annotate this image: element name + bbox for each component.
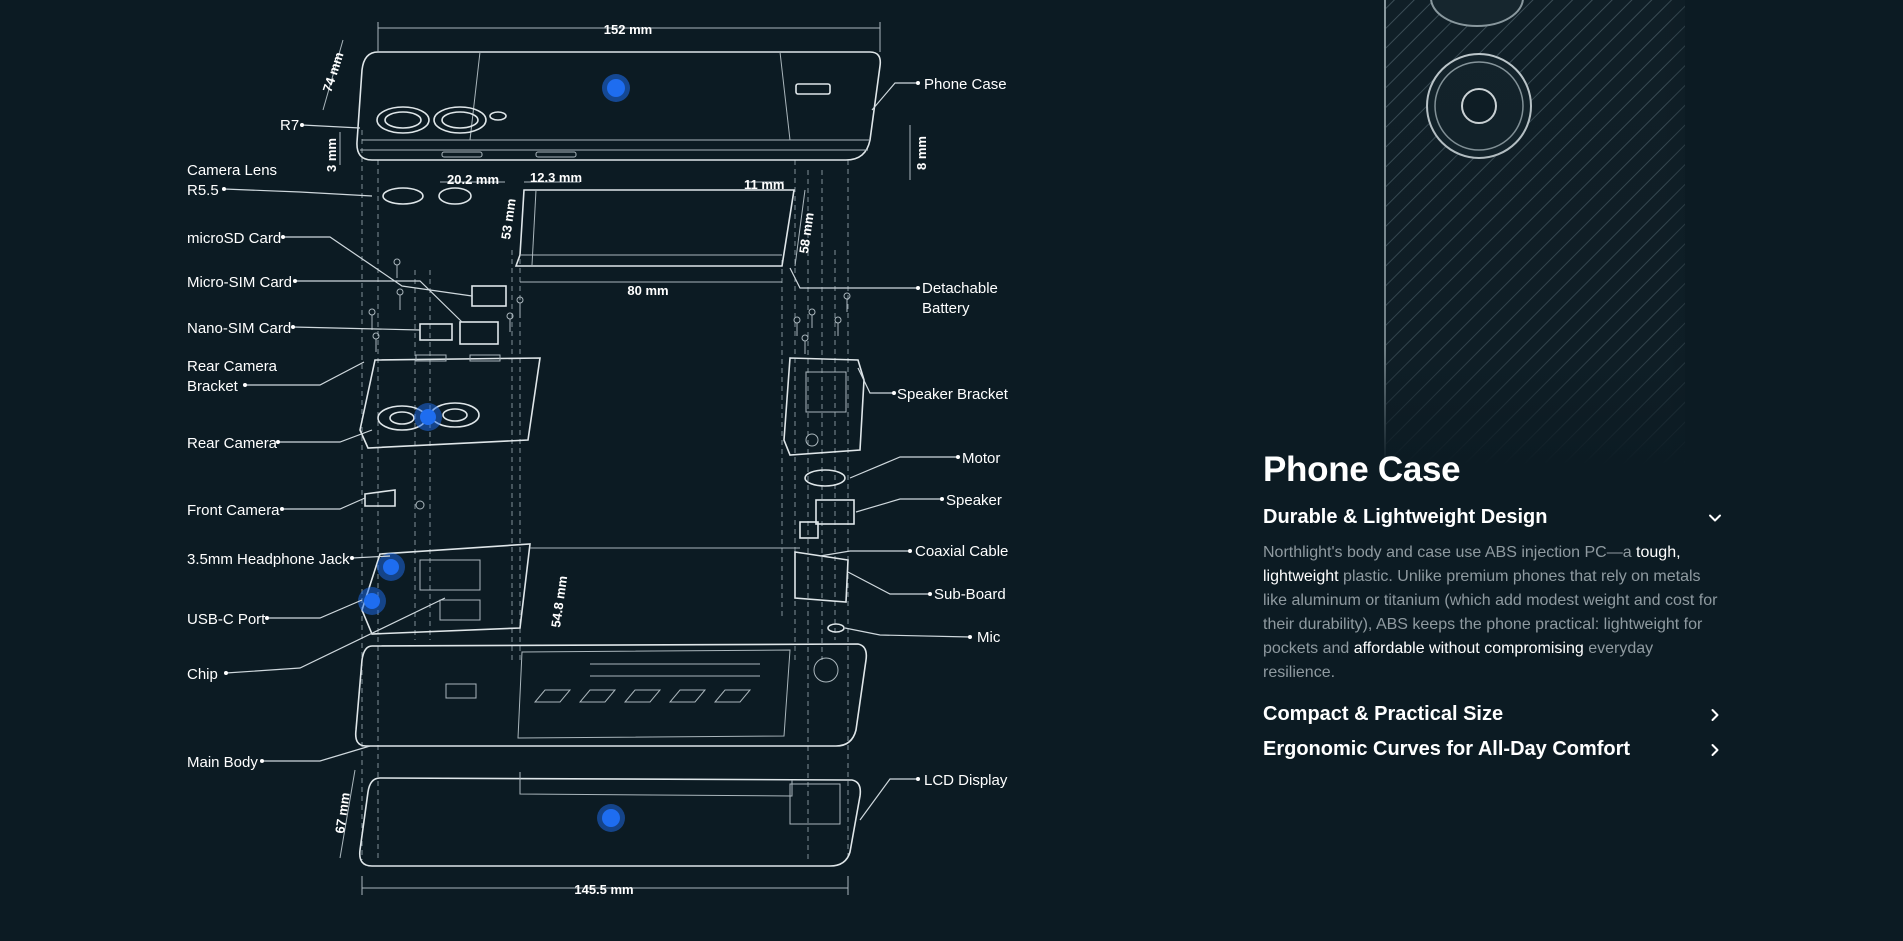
label-micro-sim: Micro-SIM Card	[187, 274, 292, 291]
dim-board-height: 54.8 mm	[548, 575, 570, 629]
dim-button-spacing: 12.3 mm	[530, 170, 582, 185]
camera-lens-part	[382, 187, 472, 205]
speaker-bracket-part	[783, 357, 865, 487]
label-speaker: Speaker	[946, 492, 1002, 509]
label-usbc-port: USB-C Port	[187, 611, 266, 628]
hotspot-usbc-core[interactable]	[364, 593, 380, 609]
main-body-part	[354, 643, 868, 747]
hotspot-lcd-core[interactable]	[602, 809, 620, 827]
phone-case-part	[356, 51, 882, 161]
leader-lines-right	[789, 82, 971, 821]
accordion-title-durable: Durable & Lightweight Design	[1263, 506, 1548, 528]
label-front-camera: Front Camera	[187, 502, 280, 519]
accordion-header-ergonomic[interactable]: Ergonomic Curves for All-Day Comfort	[1263, 738, 1725, 761]
label-coaxial-cable: Coaxial Cable	[915, 543, 1008, 560]
main-board-part	[358, 543, 531, 635]
label-chip: Chip	[187, 666, 218, 683]
chevron-right-icon[interactable]	[1705, 740, 1725, 760]
body-text-1: Northlight's body and case use ABS injec…	[1263, 544, 1637, 561]
label-detachable-battery-2: Battery	[922, 300, 970, 317]
label-main-body: Main Body	[187, 754, 258, 771]
accordion-item-ergonomic: Ergonomic Curves for All-Day Comfort	[1263, 738, 1725, 761]
battery-part	[514, 189, 806, 283]
dim-battery-width: 80 mm	[627, 283, 668, 298]
dim-top-width: 152 mm	[604, 22, 652, 37]
dim-bottom-thickness: 8 mm	[914, 136, 929, 170]
dimension-lines-top	[322, 22, 911, 183]
label-motor: Motor	[962, 450, 1000, 467]
label-speaker-bracket: Speaker Bracket	[897, 386, 1009, 403]
dim-battery-height-left: 53 mm	[498, 198, 519, 241]
leader-dots-right	[892, 81, 972, 781]
label-rear-camera: Rear Camera	[187, 435, 278, 452]
phone-case-preview-image	[1255, 0, 1735, 465]
hotspot-rear-camera-core[interactable]	[420, 409, 436, 425]
label-detachable-battery: Detachable	[922, 280, 998, 297]
accordion-header-compact[interactable]: Compact & Practical Size	[1263, 703, 1725, 726]
dim-lens-spacing: 20.2 mm	[447, 172, 499, 187]
dim-lcd-width: 145.5 mm	[574, 882, 633, 897]
rear-camera-bracket-part	[359, 354, 541, 449]
panel-title: Phone Case	[1263, 450, 1461, 489]
hotspot-headphone-jack-core[interactable]	[383, 559, 399, 575]
sim-cards-part	[368, 258, 851, 354]
accordion-title-compact: Compact & Practical Size	[1263, 703, 1504, 725]
accordion-header-durable[interactable]: Durable & Lightweight Design	[1263, 506, 1725, 529]
dim-battery-height-right: 58 mm	[796, 212, 817, 255]
label-nano-sim: Nano-SIM Card	[187, 320, 291, 337]
feature-panel: Phone Case Durable & Lightweight Design …	[1263, 450, 1725, 773]
label-lcd-display: LCD Display	[924, 772, 1008, 789]
label-camera-lens-radius: R5.5	[187, 182, 219, 199]
dim-corner-radius: R7	[280, 117, 299, 134]
exploded-phone-diagram: 152 mm 74 mm R7 3 mm 8 mm 20.2 mm 12.3 m…	[187, 22, 1009, 897]
label-rear-camera-bracket-2: Bracket	[187, 378, 239, 395]
dim-lcd-height: 67 mm	[332, 792, 353, 835]
guide-lines	[361, 130, 849, 860]
chevron-right-icon[interactable]	[1705, 705, 1725, 725]
label-microsd: microSD Card	[187, 230, 281, 247]
body-highlight-affordable: affordable without compromising	[1353, 640, 1584, 657]
lcd-display-part	[358, 772, 862, 867]
hotspot-phone-case-core[interactable]	[607, 79, 625, 97]
label-sub-board: Sub-Board	[934, 586, 1006, 603]
accordion-item-compact: Compact & Practical Size	[1263, 703, 1725, 726]
accordion-body-durable: Northlight's body and case use ABS injec…	[1263, 541, 1725, 685]
label-camera-lens: Camera Lens	[187, 162, 277, 179]
dim-top-height: 74 mm	[320, 50, 347, 94]
accordion-title-ergonomic: Ergonomic Curves for All-Day Comfort	[1263, 738, 1631, 760]
chevron-down-icon[interactable]	[1705, 508, 1725, 528]
label-mic: Mic	[977, 629, 1001, 646]
accordion-item-durable: Durable & Lightweight Design Northlight'…	[1263, 506, 1725, 685]
dim-case-thickness: 3 mm	[324, 138, 339, 172]
label-headphone-jack: 3.5mm Headphone Jack	[187, 551, 350, 568]
label-phone-case: Phone Case	[924, 76, 1007, 93]
label-rear-camera-bracket: Rear Camera	[187, 358, 278, 375]
